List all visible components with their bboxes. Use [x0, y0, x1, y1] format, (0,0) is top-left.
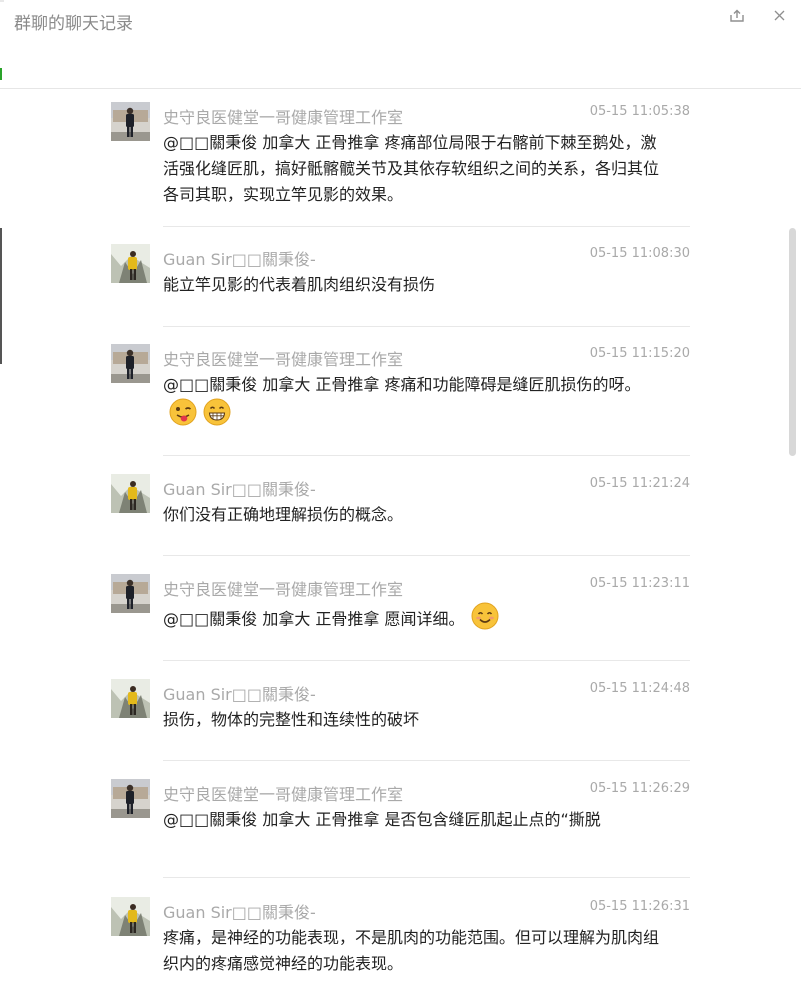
avatar-shi[interactable]	[111, 344, 150, 383]
message-body: @□□關秉俊 加拿大 正骨推拿 是否包含缝匠肌起止点的“撕脱	[163, 810, 601, 829]
message-text: @□□關秉俊 加拿大 正骨推拿 是否包含缝匠肌起止点的“撕脱	[163, 807, 663, 833]
sender-name[interactable]: Guan Sir□□關秉俊-	[163, 246, 316, 270]
message-divider	[163, 660, 690, 661]
message-divider	[163, 455, 690, 456]
message-timestamp: 05-15 11:23:11	[589, 576, 690, 591]
winking-tongue-emoji	[169, 398, 197, 434]
sender-name[interactable]: 史守良医健堂一哥健康管理工作室	[163, 576, 403, 600]
message-timestamp: 05-15 11:26:29	[589, 781, 690, 796]
share-icon[interactable]	[725, 4, 749, 26]
message-text: 能立竿见影的代表着肌肉组织没有损伤	[163, 272, 663, 298]
message-divider	[163, 326, 690, 327]
window-title: 群聊的聊天记录	[14, 14, 133, 34]
avatar-shi[interactable]	[111, 102, 150, 141]
scrollbar[interactable]	[788, 90, 798, 983]
message-text: 损伤，物体的完整性和连续性的破坏	[163, 707, 663, 733]
message-timestamp: 05-15 11:05:38	[589, 104, 690, 119]
message-divider	[163, 555, 690, 556]
message-body: 损伤，物体的完整性和连续性的破坏	[163, 710, 420, 729]
message-text: 疼痛，是神经的功能表现，不是肌肉的功能范围。但可以理解为肌肉组织内的疼痛感觉神经…	[163, 925, 663, 977]
avatar-shi[interactable]	[111, 779, 150, 818]
message-divider	[163, 760, 690, 761]
message-timestamp: 05-15 11:26:31	[589, 899, 690, 914]
sender-name[interactable]: 史守良医健堂一哥健康管理工作室	[163, 346, 403, 370]
message-body: 能立竿见影的代表着肌肉组织没有损伤	[163, 275, 436, 294]
avatar-guan[interactable]	[111, 244, 150, 283]
avatar-guan[interactable]	[111, 897, 150, 936]
scrollbar-thumb[interactable]	[789, 228, 796, 456]
message-body: 疼痛，是神经的功能表现，不是肌肉的功能范围。但可以理解为肌肉组织内的疼痛感觉神经…	[163, 928, 660, 973]
sender-name[interactable]: Guan Sir□□關秉俊-	[163, 899, 316, 923]
title-bar: 群聊的聊天记录	[0, 0, 801, 89]
window-edge-shadow	[0, 228, 2, 364]
message-body: @□□關秉俊 加拿大 正骨推拿 愿闻详细。	[163, 609, 465, 629]
avatar-shi[interactable]	[111, 574, 150, 613]
window-edge	[0, 0, 4, 2]
close-icon[interactable]	[767, 4, 791, 26]
message-body: @□□關秉俊 加拿大 正骨推拿 疼痛和功能障碍是缝匠肌损伤的呀。	[163, 375, 641, 394]
message-timestamp: 05-15 11:24:48	[589, 681, 690, 696]
smiling-emoji	[471, 602, 499, 638]
message-timestamp: 05-15 11:08:30	[589, 246, 690, 261]
message-timestamp: 05-15 11:15:20	[589, 346, 690, 361]
sender-name[interactable]: Guan Sir□□關秉俊-	[163, 476, 316, 500]
sender-name[interactable]: 史守良医健堂一哥健康管理工作室	[163, 104, 403, 128]
grinning-emoji	[203, 398, 231, 434]
message-text: @□□關秉俊 加拿大 正骨推拿 疼痛和功能障碍是缝匠肌损伤的呀。	[163, 372, 663, 434]
window-edge-accent	[0, 68, 2, 80]
message-divider	[163, 877, 690, 878]
avatar-guan[interactable]	[111, 679, 150, 718]
message-body: 你们没有正确地理解损伤的概念。	[163, 505, 404, 524]
message-text: @□□關秉俊 加拿大 正骨推拿 愿闻详细。	[163, 602, 663, 638]
message-body: @□□關秉俊 加拿大 正骨推拿 疼痛部位局限于右髂前下棘至鹅处，激活强化缝匠肌，…	[163, 133, 660, 204]
sender-name[interactable]: Guan Sir□□關秉俊-	[163, 681, 316, 705]
message-divider	[163, 226, 690, 227]
message-text: @□□關秉俊 加拿大 正骨推拿 疼痛部位局限于右髂前下棘至鹅处，激活强化缝匠肌，…	[163, 130, 663, 208]
message-timestamp: 05-15 11:21:24	[589, 476, 690, 491]
message-text: 你们没有正确地理解损伤的概念。	[163, 502, 663, 528]
avatar-guan[interactable]	[111, 474, 150, 513]
sender-name[interactable]: 史守良医健堂一哥健康管理工作室	[163, 781, 403, 805]
